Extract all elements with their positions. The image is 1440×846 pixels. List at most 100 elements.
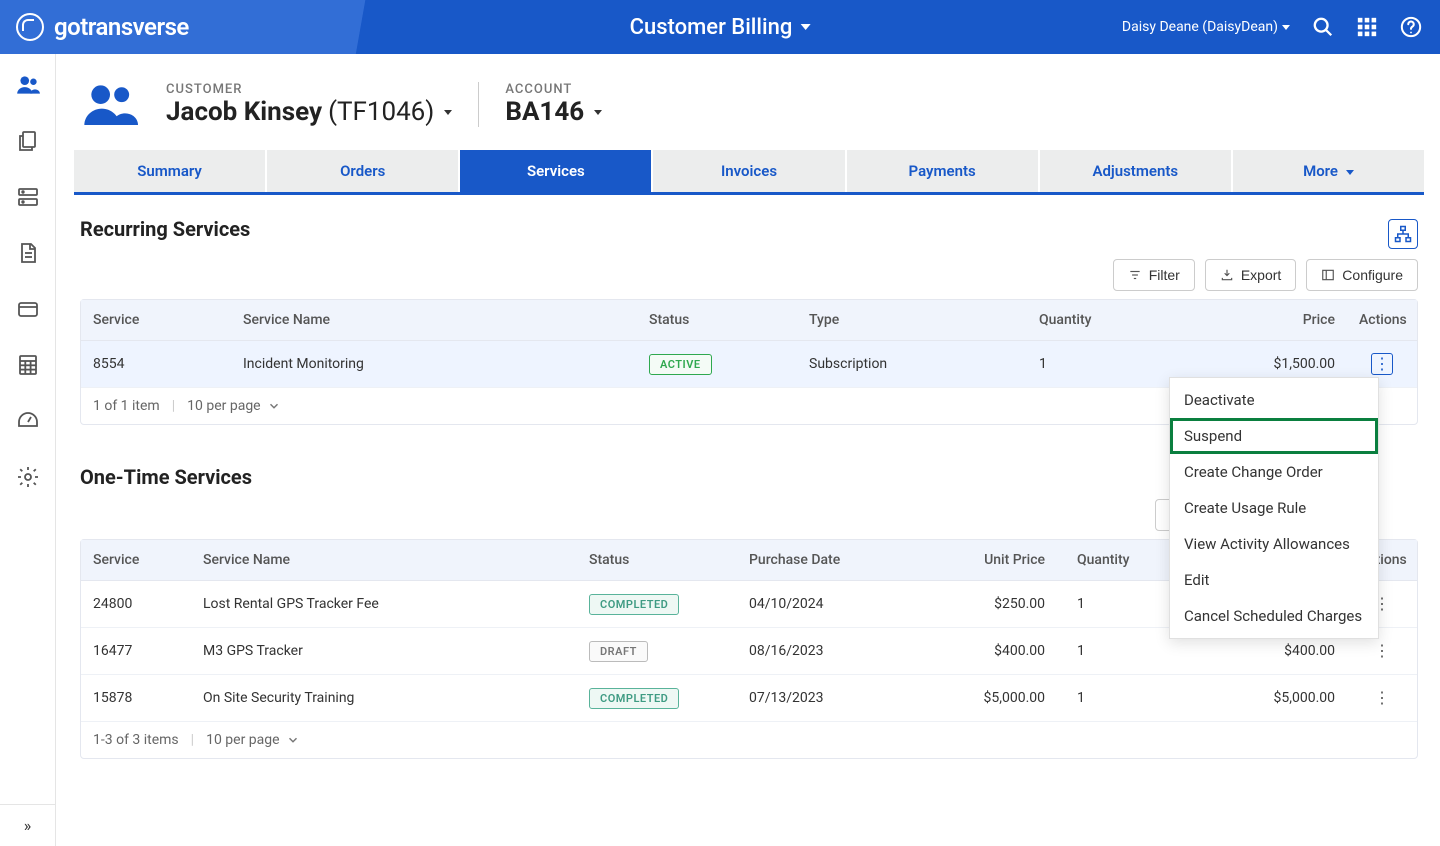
col-service[interactable]: Service [81, 300, 231, 340]
status-badge: ACTIVE [649, 354, 712, 375]
status-badge: COMPLETED [589, 594, 679, 615]
sidebar-card-icon[interactable] [15, 296, 41, 322]
main: CUSTOMER Jacob Kinsey (TF1046) ACCOUNT B… [56, 54, 1440, 846]
col-purchase-date[interactable]: Purchase Date [737, 540, 937, 580]
sidebar-dashboard-icon[interactable] [15, 408, 41, 434]
configure-button[interactable]: Configure [1306, 259, 1418, 291]
chevron-down-icon [1342, 162, 1354, 180]
col-status[interactable]: Status [577, 540, 737, 580]
cell-quantity: 1 [1057, 678, 1247, 718]
section-title-recurring: Recurring Services [80, 217, 250, 241]
chevron-down-icon [590, 97, 602, 127]
col-service[interactable]: Service [81, 540, 191, 580]
configure-label: Configure [1342, 267, 1403, 283]
tab-orders[interactable]: Orders [267, 150, 460, 192]
cell-date: 04/10/2024 [737, 584, 937, 624]
row-actions-button[interactable]: ⋮ [1371, 353, 1393, 375]
tab-bar: Summary Orders Services Invoices Payment… [74, 150, 1424, 195]
col-status[interactable]: Status [637, 300, 797, 340]
menu-cancel-scheduled-charges[interactable]: Cancel Scheduled Charges [1170, 598, 1378, 634]
tab-invoices[interactable]: Invoices [653, 150, 846, 192]
brand-name: gotransverse [54, 13, 189, 41]
footer-separator: | [172, 398, 175, 414]
customer-avatar-icon [82, 76, 138, 132]
footer-count: 1 of 1 item [93, 398, 160, 414]
per-page-dropdown[interactable]: 10 per page [187, 398, 280, 414]
col-type[interactable]: Type [797, 300, 1027, 340]
chevron-down-icon [440, 97, 452, 127]
section-recurring: Recurring Services Filter Export Configu… [74, 217, 1424, 425]
col-actions: Actions [1347, 300, 1417, 340]
table-row: 8554 Incident Monitoring ACTIVE Subscrip… [81, 341, 1417, 388]
account-header: CUSTOMER Jacob Kinsey (TF1046) ACCOUNT B… [74, 70, 1424, 150]
filter-button[interactable]: Filter [1113, 259, 1195, 291]
help-icon[interactable] [1400, 16, 1422, 38]
hierarchy-button[interactable] [1388, 219, 1418, 249]
cell-service-name: Lost Rental GPS Tracker Fee [191, 584, 577, 624]
cell-date: 07/13/2023 [737, 678, 937, 718]
cell-date: 08/16/2023 [737, 631, 937, 671]
col-unit-price[interactable]: Unit Price [937, 540, 1057, 580]
topbar: gotransverse Customer Billing Daisy Dean… [0, 0, 1440, 54]
menu-create-usage-rule[interactable]: Create Usage Rule [1170, 490, 1378, 526]
sidebar-document-icon[interactable] [15, 240, 41, 266]
cell-price: $5,000.00 [1247, 678, 1347, 718]
customer-label: CUSTOMER [166, 82, 452, 97]
brand-logo-icon [16, 13, 44, 41]
tab-adjustments[interactable]: Adjustments [1040, 150, 1233, 192]
export-label: Export [1241, 267, 1281, 283]
sidebar-server-icon[interactable] [15, 184, 41, 210]
footer-count: 1-3 of 3 items [93, 732, 179, 748]
sidebar-settings-icon[interactable] [15, 464, 41, 490]
account-label: ACCOUNT [505, 82, 602, 97]
col-price[interactable]: Price [1187, 300, 1347, 340]
menu-edit[interactable]: Edit [1170, 562, 1378, 598]
account-dropdown[interactable]: BA146 [505, 97, 602, 127]
status-badge: DRAFT [589, 641, 648, 662]
per-page-label: 10 per page [187, 398, 260, 414]
row-actions-button[interactable]: ⋮ [1371, 687, 1393, 709]
export-button[interactable]: Export [1205, 259, 1296, 291]
menu-suspend[interactable]: Suspend [1170, 418, 1378, 454]
cell-quantity: 1 [1027, 344, 1187, 384]
apps-grid-icon[interactable] [1356, 16, 1378, 38]
sidebar-expand-toggle[interactable]: » [0, 804, 55, 846]
cell-service-name: On Site Security Training [191, 678, 577, 718]
cell-unit-price: $250.00 [937, 584, 1057, 624]
footer-separator: | [191, 732, 194, 748]
cell-service-id: 8554 [81, 344, 231, 384]
cell-service-name: M3 GPS Tracker [191, 631, 577, 671]
per-page-dropdown[interactable]: 10 per page [206, 732, 299, 748]
customer-code: (TF1046) [328, 97, 434, 127]
table-row: 15878 On Site Security Training COMPLETE… [81, 675, 1417, 722]
tab-payments[interactable]: Payments [847, 150, 1040, 192]
tab-summary[interactable]: Summary [74, 150, 267, 192]
cell-unit-price: $5,000.00 [937, 678, 1057, 718]
status-badge: COMPLETED [589, 688, 679, 709]
sidebar-calculator-icon[interactable] [15, 352, 41, 378]
tab-more[interactable]: More [1233, 150, 1424, 192]
row-actions-button[interactable]: ⋮ [1371, 640, 1393, 662]
customer-name: Jacob Kinsey [166, 97, 322, 127]
tab-services[interactable]: Services [460, 150, 653, 192]
sidebar-customers-icon[interactable] [15, 72, 41, 98]
filter-label: Filter [1149, 267, 1180, 283]
app-title-dropdown[interactable]: Customer Billing [630, 15, 811, 40]
cell-service-id: 24800 [81, 584, 191, 624]
cell-type: Subscription [797, 344, 1027, 384]
customer-name-dropdown[interactable]: Jacob Kinsey (TF1046) [166, 97, 452, 127]
cell-service-id: 15878 [81, 678, 191, 718]
per-page-label: 10 per page [206, 732, 279, 748]
col-service-name[interactable]: Service Name [191, 540, 577, 580]
user-menu[interactable]: Daisy Deane (DaisyDean) [1122, 19, 1290, 35]
col-quantity[interactable]: Quantity [1027, 300, 1187, 340]
recurring-table: Service Service Name Status Type Quantit… [80, 299, 1418, 425]
menu-view-activity-allowances[interactable]: View Activity Allowances [1170, 526, 1378, 562]
col-service-name[interactable]: Service Name [231, 300, 637, 340]
menu-create-change-order[interactable]: Create Change Order [1170, 454, 1378, 490]
cell-service-name: Incident Monitoring [231, 344, 637, 384]
vertical-divider [478, 82, 479, 127]
sidebar-copy-icon[interactable] [15, 128, 41, 154]
search-icon[interactable] [1312, 16, 1334, 38]
menu-deactivate[interactable]: Deactivate [1170, 382, 1378, 418]
